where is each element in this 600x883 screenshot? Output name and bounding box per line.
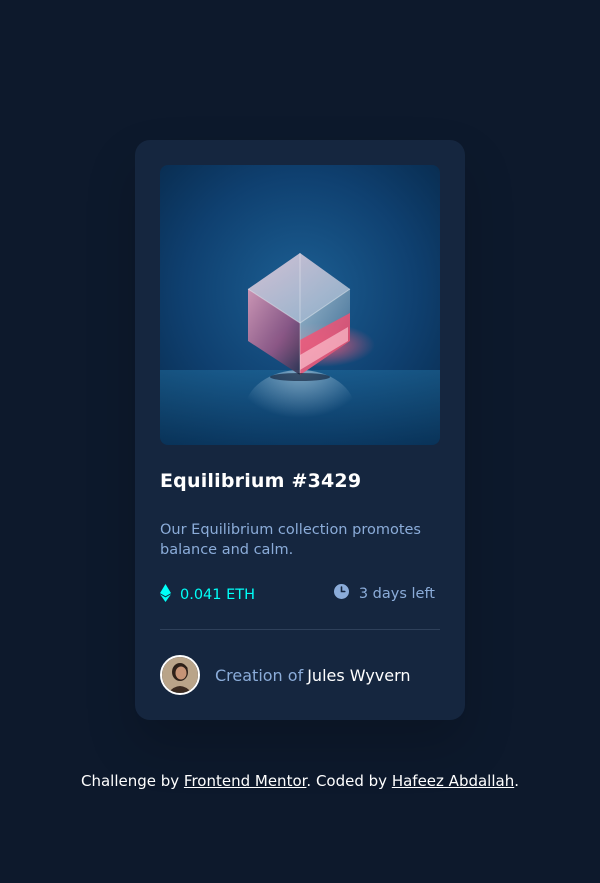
time-group: 3 days left bbox=[333, 584, 435, 603]
attribution: Challenge by Frontend Mentor. Coded by H… bbox=[0, 772, 600, 790]
divider bbox=[160, 629, 440, 630]
price-group: 0.041 ETH bbox=[160, 584, 255, 606]
card-title[interactable]: Equilibrium #3429 bbox=[160, 470, 361, 492]
equilibrium-image[interactable] bbox=[160, 165, 440, 445]
creator-text: Creation of Jules Wyvern bbox=[215, 666, 411, 685]
cube-artwork bbox=[160, 165, 440, 445]
price-value: 0.041 ETH bbox=[180, 587, 256, 603]
card-meta: 0.041 ETH 3 days left bbox=[160, 584, 435, 606]
ethereum-icon bbox=[160, 584, 171, 606]
avatar bbox=[160, 655, 200, 695]
creator-name[interactable]: Jules Wyvern bbox=[307, 666, 410, 685]
clock-icon bbox=[333, 584, 349, 603]
attribution-suffix: . bbox=[514, 772, 519, 790]
creator-prefix: Creation of bbox=[215, 665, 304, 685]
frontend-mentor-link[interactable]: Frontend Mentor bbox=[184, 772, 307, 790]
attribution-prefix: Challenge by bbox=[80, 772, 184, 790]
card-description: Our Equilibrium collection promotes bala… bbox=[160, 522, 421, 558]
author-link[interactable]: Hafeez Abdallah bbox=[392, 772, 514, 790]
nft-card: Equilibrium #3429 Our Equilibrium collec… bbox=[135, 140, 465, 720]
creator-row: Creation of Jules Wyvern bbox=[160, 655, 411, 695]
time-left: 3 days left bbox=[358, 585, 435, 602]
page: Equilibrium #3429 Our Equilibrium collec… bbox=[0, 0, 600, 883]
attribution-middle: . Coded by bbox=[306, 772, 392, 790]
